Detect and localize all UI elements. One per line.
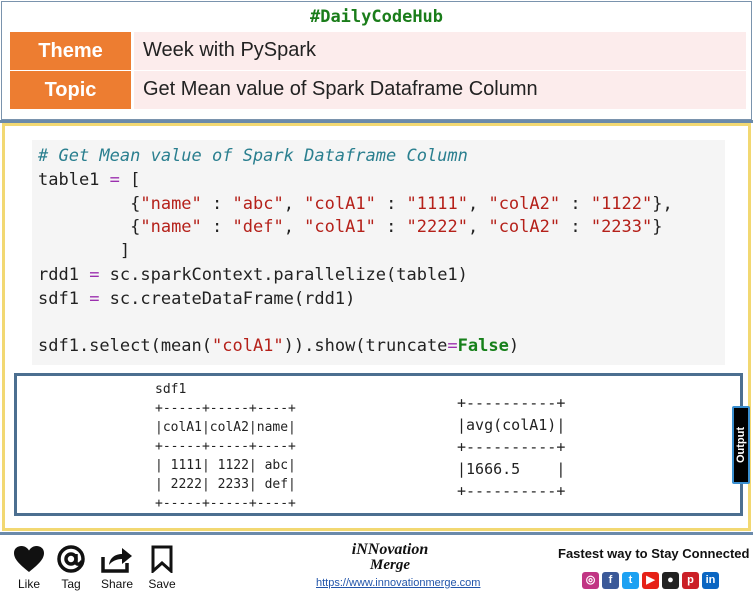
share-icon [101,548,132,573]
output-mean-table: +----------+ |avg(colA1)| +----------+ |… [457,394,566,500]
innovationmerge-logo: iNNovation Merge [330,541,450,573]
pinterest-icon[interactable]: p [682,572,699,589]
like-button[interactable]: Like [9,545,49,591]
like-label: Like [17,577,40,591]
code-block[interactable]: # Get Mean value of Spark Dataframe Colu… [32,140,725,365]
output-tab-label: Output [735,426,747,464]
brand-line2: Merge [370,557,410,573]
output-dataframe-table: sdf1 +-----+-----+----+ |colA1|colA2|nam… [155,382,296,511]
output-tab[interactable]: Output [732,406,750,484]
code-line: table1 = [ [38,169,141,190]
tag-label: Tag [61,577,81,591]
topic-label: Topic [10,71,131,109]
theme-label: Theme [10,32,131,70]
facebook-icon[interactable]: f [602,572,619,589]
output-panel: sdf1 +-----+-----+----+ |colA1|colA2|nam… [14,373,743,516]
heart-icon [14,546,44,572]
code-line: rdd1 = sc.sparkContext.parallelize(table… [38,264,468,285]
twitter-icon[interactable]: t [622,572,639,589]
code-line: sdf1 = sc.createDataFrame(rdd1) [38,288,356,309]
linkedin-icon[interactable]: in [702,572,719,589]
code-line: {"name" : "abc", "colA1" : "1111", "colA… [38,193,673,214]
share-button[interactable]: Share [97,545,137,591]
share-label: Share [100,577,134,591]
theme-value: Week with PySpark [134,32,746,70]
youtube-icon[interactable]: ▶ [642,572,659,589]
hashtag-title: #DailyCodeHub [309,7,444,27]
code-line: ] [38,241,131,262]
code-line: sdf1.select(mean("colA1")).show(truncate… [38,336,520,357]
content-panel: # Get Mean value of Spark Dataframe Colu… [2,123,751,531]
website-link[interactable]: https://www.innovationmerge.com [316,577,480,589]
instagram-icon[interactable]: ◎ [582,572,599,589]
save-button[interactable]: Save [142,545,182,591]
topic-value: Get Mean value of Spark Dataframe Column [134,71,746,109]
tag-button[interactable]: Tag [51,545,91,591]
footer-divider [0,532,753,535]
github-icon[interactable]: ● [662,572,679,589]
code-line: # Get Mean value of Spark Dataframe Colu… [38,146,468,166]
at-icon [57,545,85,573]
bookmark-icon [151,545,173,573]
tagline: Fastest way to Stay Connected [558,546,750,561]
code-line: {"name" : "def", "colA1" : "2222", "colA… [38,217,663,238]
brand-line1: iNNovation [351,541,429,558]
save-label: Save [148,577,176,591]
header-panel: #DailyCodeHub Theme Week with PySpark To… [1,1,752,120]
